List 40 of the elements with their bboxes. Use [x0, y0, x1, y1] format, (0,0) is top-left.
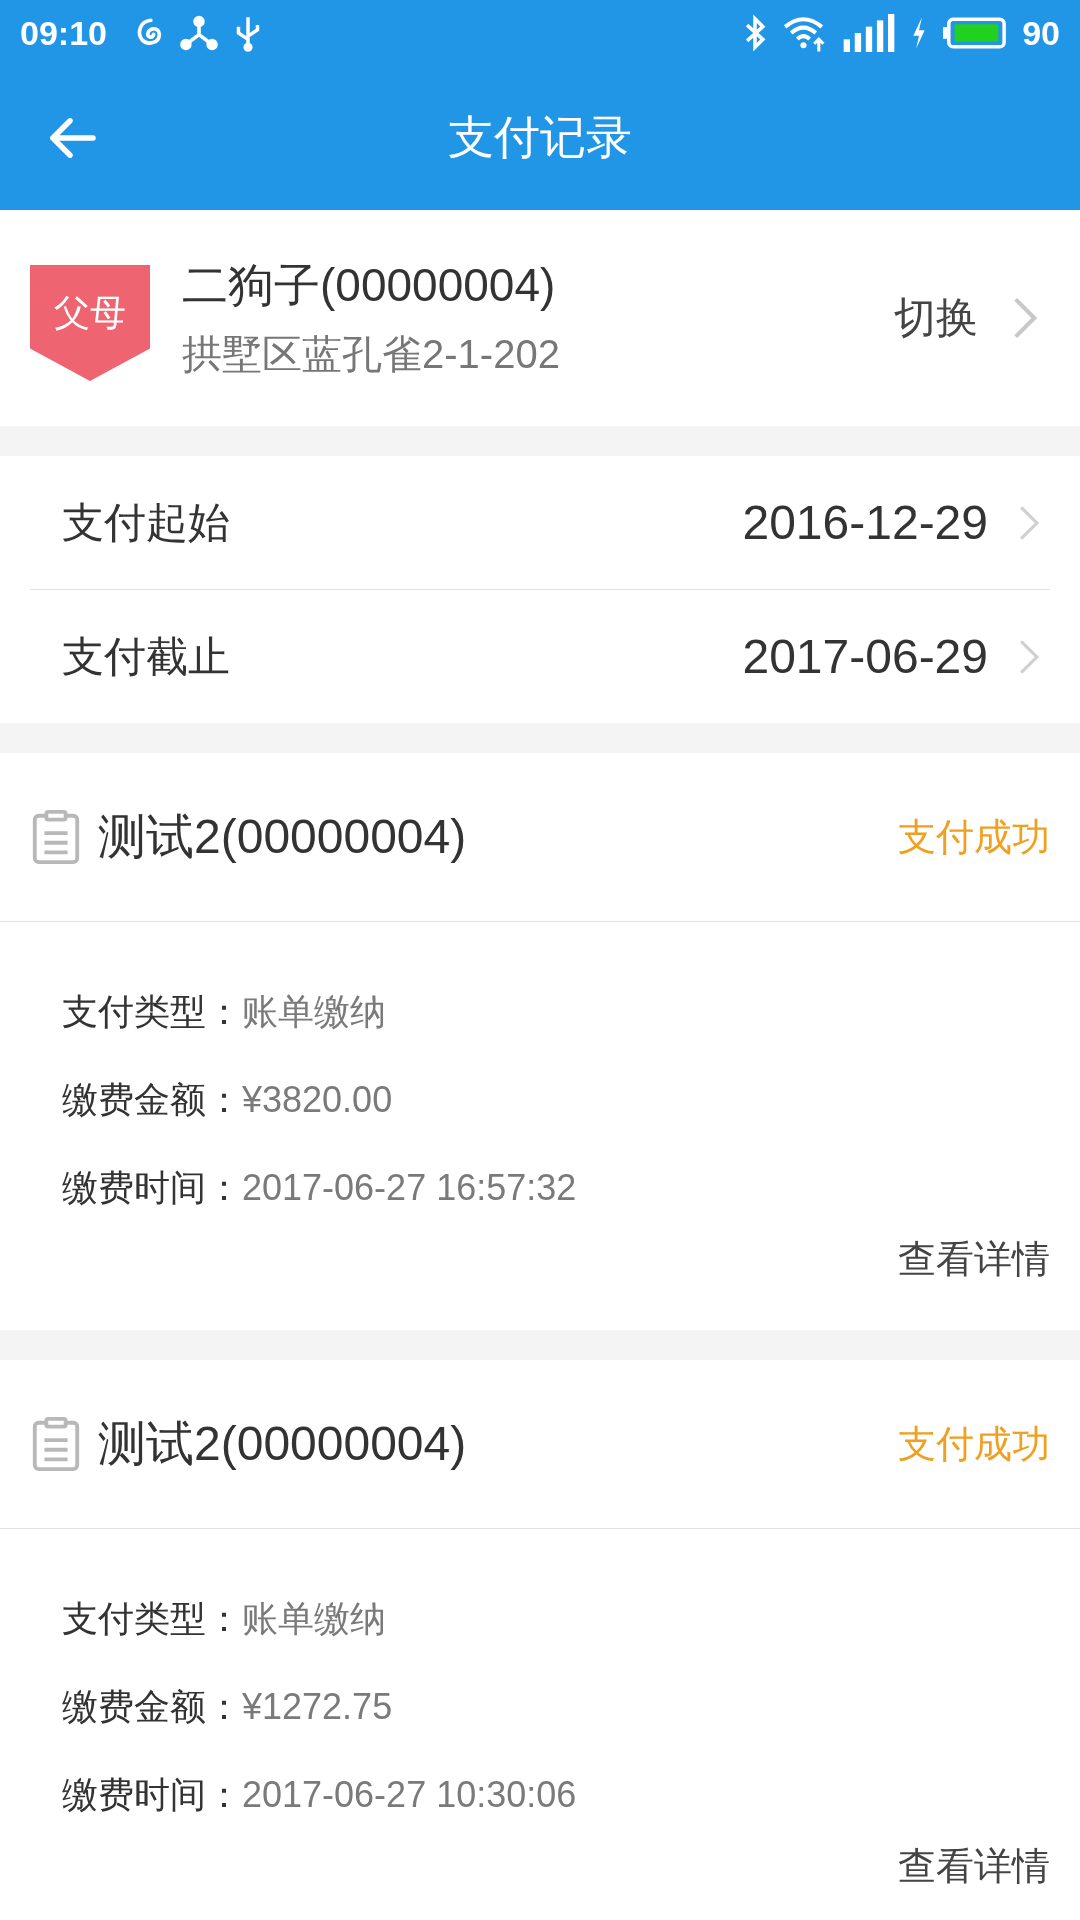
record-title: 测试2(00000004) — [98, 1416, 468, 1472]
payment-status: 支付成功 — [898, 1420, 1050, 1468]
field-label: 支付类型： — [62, 989, 242, 1034]
status-time: 09:10 — [20, 13, 107, 53]
battery-percent: 90 — [1022, 13, 1060, 53]
field-label: 支付类型： — [62, 1596, 242, 1641]
view-details-link[interactable]: 查看详情 — [898, 1234, 1050, 1285]
share-icon — [178, 15, 219, 51]
member-address: 拱墅区蓝孔雀2-1-202 — [182, 330, 561, 378]
date-value: 2017-06-29 — [742, 629, 988, 684]
field-value: 2017-06-27 16:57:32 — [242, 1167, 577, 1209]
signal-icon — [842, 14, 897, 52]
date-label: 支付起始 — [62, 496, 231, 549]
member-name: 二狗子(00000004) — [182, 257, 557, 313]
role-badge: 父母 — [30, 265, 150, 381]
battery-icon — [942, 17, 1009, 49]
clipboard-icon — [30, 810, 82, 864]
date-value: 2016-12-29 — [742, 495, 988, 550]
view-details-link[interactable]: 查看详情 — [898, 1841, 1050, 1892]
date-row[interactable]: 支付截止 2017-06-29 — [30, 590, 1050, 723]
clipboard-icon — [30, 1417, 82, 1471]
page-title: 支付记录 — [448, 109, 632, 166]
field-value: 账单缴纳 — [242, 1596, 386, 1641]
field-label: 缴费时间： — [62, 1165, 242, 1210]
date-label: 支付截止 — [62, 630, 231, 683]
chevron-icon — [1018, 503, 1040, 542]
payment-status: 支付成功 — [898, 813, 1050, 861]
field-label: 缴费金额： — [62, 1684, 242, 1729]
field-label: 缴费时间： — [62, 1772, 242, 1817]
field-value: ¥3820.00 — [242, 1079, 393, 1121]
field-value: 账单缴纳 — [242, 989, 386, 1034]
field-label: 缴费金额： — [62, 1077, 242, 1122]
profile-card[interactable]: 父母 二狗子(00000004) 拱墅区蓝孔雀2-1-202 切换 — [0, 210, 1080, 426]
date-row[interactable]: 支付起始 2016-12-29 — [30, 456, 1050, 590]
chevron-icon — [1018, 637, 1040, 676]
field-value: 2017-06-27 10:30:06 — [242, 1774, 577, 1816]
chevron-icon — [1012, 295, 1038, 341]
record-title: 测试2(00000004) — [98, 809, 468, 865]
switch-link[interactable]: 切换 — [894, 290, 978, 346]
field-value: ¥1272.75 — [242, 1686, 393, 1728]
